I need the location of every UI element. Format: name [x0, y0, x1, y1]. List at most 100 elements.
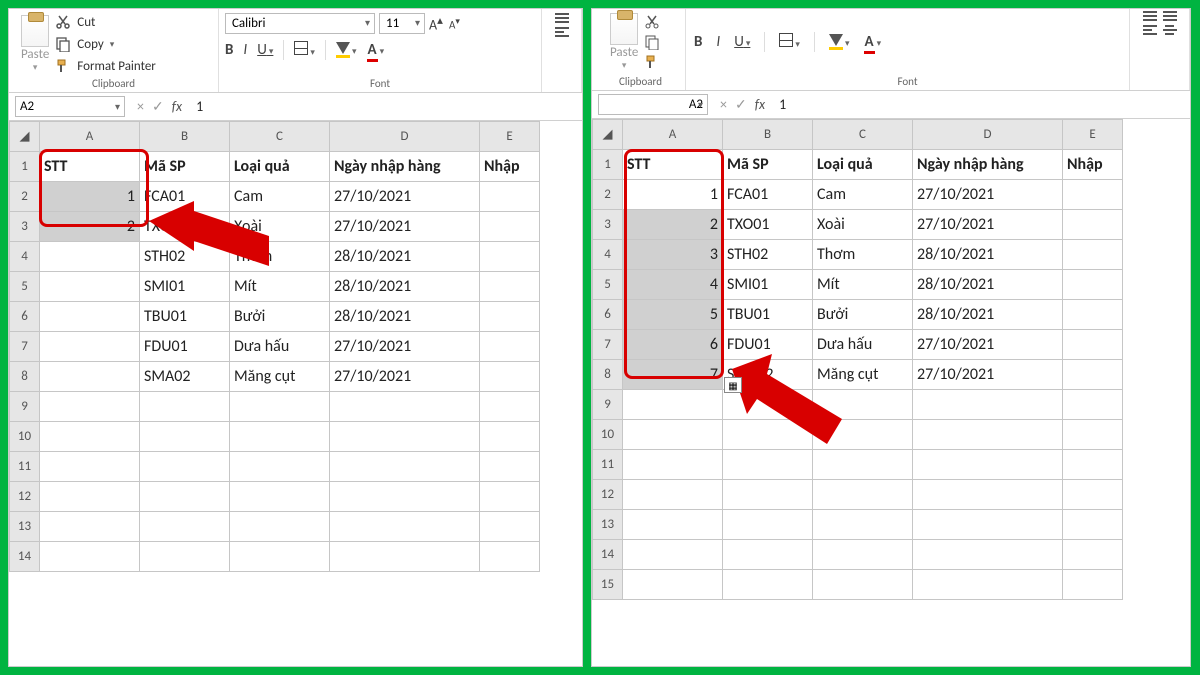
row-header[interactable]: 14 — [593, 540, 623, 570]
cell[interactable] — [230, 482, 330, 512]
italic-button[interactable]: I — [243, 41, 247, 59]
cell[interactable] — [40, 242, 140, 272]
cell[interactable] — [1063, 240, 1123, 270]
align-left-icon[interactable] — [555, 27, 569, 37]
cell[interactable]: FDU01 — [140, 332, 230, 362]
cell[interactable] — [1063, 570, 1123, 600]
row-header[interactable]: 4 — [10, 242, 40, 272]
cell[interactable] — [913, 450, 1063, 480]
row-header[interactable]: 13 — [593, 510, 623, 540]
paintbrush-icon[interactable] — [644, 54, 660, 70]
bold-button[interactable]: B — [225, 41, 233, 59]
table-header-cell[interactable]: STT — [623, 150, 723, 180]
row-header[interactable]: 7 — [593, 330, 623, 360]
row-header[interactable]: 6 — [10, 302, 40, 332]
select-all-corner[interactable]: ◢ — [10, 122, 40, 152]
cell[interactable] — [140, 482, 230, 512]
cell[interactable] — [480, 452, 540, 482]
cell[interactable]: 5 — [623, 300, 723, 330]
table-header-cell[interactable]: Mã SP — [140, 152, 230, 182]
row-header[interactable]: 15 — [593, 570, 623, 600]
cell[interactable]: Măng cụt — [230, 362, 330, 392]
table-header-cell[interactable]: Loại quả — [230, 152, 330, 182]
row-header[interactable]: 2 — [593, 180, 623, 210]
row-header[interactable]: 12 — [593, 480, 623, 510]
font-color-button[interactable]: A — [864, 33, 882, 51]
cell[interactable]: TXO01 — [723, 210, 813, 240]
spreadsheet-grid-left[interactable]: ◢ABCDE1STTMã SPLoại quảNgày nhập hàngNhậ… — [9, 121, 582, 666]
cell[interactable]: Măng cụt — [813, 360, 913, 390]
cell[interactable] — [913, 540, 1063, 570]
cell[interactable] — [913, 390, 1063, 420]
row-header[interactable]: 1 — [10, 152, 40, 182]
cell[interactable]: STH02 — [140, 242, 230, 272]
cell[interactable] — [813, 480, 913, 510]
cell[interactable] — [480, 542, 540, 572]
cell[interactable] — [1063, 210, 1123, 240]
table-header-cell[interactable]: Ngày nhập hàng — [330, 152, 480, 182]
align-middle-icon[interactable] — [1163, 11, 1177, 21]
cell[interactable] — [140, 512, 230, 542]
decrease-font-button[interactable]: A▾ — [449, 16, 460, 32]
cell[interactable] — [723, 510, 813, 540]
cell[interactable]: FDU01 — [723, 330, 813, 360]
cell[interactable] — [230, 422, 330, 452]
column-header[interactable]: E — [1063, 120, 1123, 150]
cell[interactable]: Dưa hấu — [813, 330, 913, 360]
cancel-formula-button[interactable]: × — [720, 96, 727, 113]
cell[interactable] — [913, 510, 1063, 540]
cell[interactable]: 27/10/2021 — [913, 180, 1063, 210]
cell[interactable]: 27/10/2021 — [913, 330, 1063, 360]
cell[interactable] — [723, 480, 813, 510]
cell[interactable]: TBU01 — [140, 302, 230, 332]
table-header-cell[interactable]: STT — [40, 152, 140, 182]
cell[interactable] — [330, 422, 480, 452]
cell[interactable] — [480, 302, 540, 332]
copy-icon[interactable] — [644, 34, 660, 50]
cell[interactable] — [480, 362, 540, 392]
cell[interactable] — [480, 272, 540, 302]
cell[interactable]: 27/10/2021 — [330, 332, 480, 362]
cell[interactable] — [723, 540, 813, 570]
row-header[interactable]: 9 — [593, 390, 623, 420]
borders-button[interactable] — [779, 33, 800, 52]
row-header[interactable]: 11 — [593, 450, 623, 480]
copy-button[interactable]: Copy ▾ — [55, 36, 156, 52]
cell[interactable]: 28/10/2021 — [330, 272, 480, 302]
cell[interactable] — [1063, 180, 1123, 210]
cell[interactable] — [813, 540, 913, 570]
cell[interactable] — [1063, 300, 1123, 330]
cell[interactable]: Bưởi — [230, 302, 330, 332]
row-header[interactable]: 10 — [10, 422, 40, 452]
cell[interactable] — [230, 452, 330, 482]
row-header[interactable]: 7 — [10, 332, 40, 362]
cell[interactable] — [623, 390, 723, 420]
align-left-icon[interactable] — [1143, 25, 1157, 35]
cell[interactable] — [140, 392, 230, 422]
cell[interactable] — [40, 362, 140, 392]
cell[interactable]: 3 — [623, 240, 723, 270]
cell[interactable]: 28/10/2021 — [913, 300, 1063, 330]
column-header[interactable]: B — [723, 120, 813, 150]
cell[interactable] — [623, 540, 723, 570]
cell[interactable]: 28/10/2021 — [330, 242, 480, 272]
cell[interactable]: SMA02 — [140, 362, 230, 392]
cell[interactable] — [480, 242, 540, 272]
cell[interactable]: TBU01 — [723, 300, 813, 330]
cell[interactable] — [723, 390, 813, 420]
cell[interactable]: Xoài — [813, 210, 913, 240]
cell[interactable]: Thơm — [230, 242, 330, 272]
cell[interactable]: 27/10/2021 — [330, 212, 480, 242]
cell[interactable] — [813, 450, 913, 480]
row-header[interactable]: 12 — [10, 482, 40, 512]
cell[interactable] — [813, 570, 913, 600]
column-header[interactable]: A — [40, 122, 140, 152]
cell[interactable] — [330, 452, 480, 482]
cell[interactable]: SMI01 — [140, 272, 230, 302]
cell[interactable] — [1063, 480, 1123, 510]
cancel-formula-button[interactable]: × — [137, 98, 144, 115]
cell[interactable]: 28/10/2021 — [330, 302, 480, 332]
select-all-corner[interactable]: ◢ — [593, 120, 623, 150]
cell[interactable] — [813, 420, 913, 450]
column-header[interactable]: A — [623, 120, 723, 150]
